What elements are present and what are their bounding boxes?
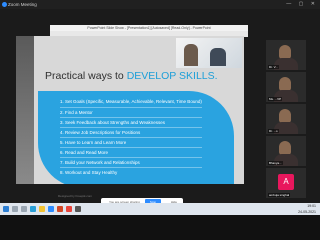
participant-tile[interactable]: Ms. ...VP xyxy=(266,72,306,102)
zoom-window-title: Zoom Meeting xyxy=(8,2,37,7)
participant-name: Bhavya... xyxy=(268,161,283,165)
list-item: 7. Build your Network and Relationships xyxy=(60,157,202,167)
windows-taskbar: 19:01 24-05-2021 xyxy=(0,203,320,215)
participant-tile[interactable]: Dr. ...s xyxy=(266,104,306,134)
list-item: 6. Read and Read More xyxy=(60,147,202,157)
shared-screen: PowerPoint Slide Show - [Presentation1] … xyxy=(0,9,258,212)
list-item: 2. Find a Mentor xyxy=(60,107,202,117)
participant-name: Dr. V... xyxy=(268,65,279,69)
taskbar-clock[interactable]: 19:01 24-05-2021 xyxy=(298,203,316,215)
participant-video xyxy=(279,109,291,123)
list-item: 1. Set Goals (Specific, Measurable, Achi… xyxy=(60,99,202,104)
participant-tile[interactable]: A ambuja singhal xyxy=(266,168,306,198)
slide-heading: Practical ways to DEVELOP SKILLS. xyxy=(45,70,218,82)
file-explorer-icon[interactable] xyxy=(39,206,45,212)
participant-name: Ms. ...VP xyxy=(268,97,283,101)
participant-tile[interactable]: Bhavya... xyxy=(266,136,306,166)
search-icon[interactable] xyxy=(12,206,18,212)
participant-video xyxy=(279,45,291,59)
participant-video xyxy=(279,141,291,155)
heading-prefix: Practical ways to xyxy=(45,70,127,82)
photo-person xyxy=(210,48,226,66)
store-icon[interactable] xyxy=(75,206,81,212)
zoom-title-bar: Zoom Meeting — ▢ ✕ xyxy=(0,0,320,9)
participant-tile[interactable]: Dr. V... xyxy=(266,40,306,70)
zoom-app-icon[interactable] xyxy=(48,206,54,212)
presentation-slide: Practical ways to DEVELOP SKILLS. 1. Set… xyxy=(16,36,244,184)
list-item: 4. Review Job Descriptions for Positions xyxy=(60,127,202,137)
slide-credit: Designed by Freepik.com xyxy=(58,194,93,198)
list-item: 3. Seek Feedback about Strengths and Wea… xyxy=(60,117,202,127)
participant-gallery: Dr. V... Ms. ...VP Dr. ...s Bhavya... A … xyxy=(266,40,306,200)
list-item: 8. Workout and Stay Healthy xyxy=(60,167,202,177)
list-item: 5. Have to Learn and Learn More xyxy=(60,137,202,147)
skills-list-panel: 1. Set Goals (Specific, Measurable, Achi… xyxy=(38,91,234,184)
heading-highlight: DEVELOP SKILLS. xyxy=(126,70,218,82)
participant-name: ambuja singhal xyxy=(268,193,291,197)
slide-photo xyxy=(176,38,242,68)
photo-person xyxy=(184,44,198,66)
start-icon[interactable] xyxy=(3,206,9,212)
task-view-icon[interactable] xyxy=(21,206,27,212)
window-controls[interactable]: — ▢ ✕ xyxy=(286,0,318,9)
participant-video xyxy=(279,77,291,91)
screen-bottom-border xyxy=(0,215,320,240)
participant-avatar: A xyxy=(278,174,294,190)
participant-name: Dr. ...s xyxy=(268,129,279,133)
powerpoint-icon[interactable] xyxy=(57,206,63,212)
zoom-logo-icon xyxy=(2,2,7,7)
slide-side-strip xyxy=(16,36,34,184)
edge-icon[interactable] xyxy=(30,206,36,212)
chrome-icon[interactable] xyxy=(66,206,72,212)
